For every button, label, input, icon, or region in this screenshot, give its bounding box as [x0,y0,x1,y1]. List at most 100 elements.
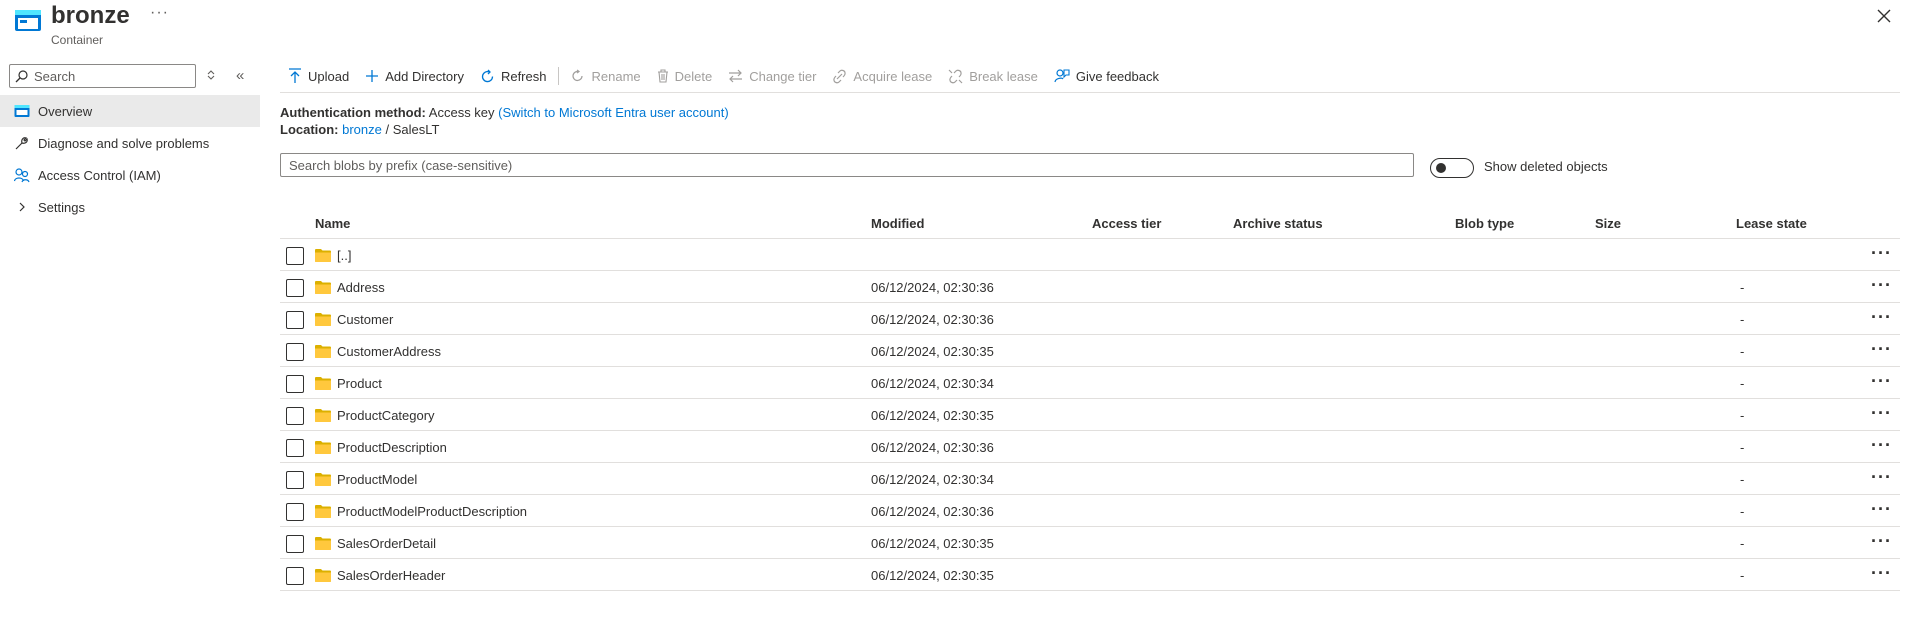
table-body: [..] ··· Address 06/12/2024, 02:30:36- ··· Cu… [280,239,1900,591]
show-deleted-toggle[interactable] [1430,158,1474,178]
row-checkbox[interactable] [286,311,304,329]
row-more-options-button[interactable]: ··· [1871,307,1892,328]
column-header-modified[interactable]: Modified [871,216,924,231]
column-header-name[interactable]: Name [315,216,350,231]
table-row[interactable]: CustomerAddress 06/12/2024, 02:30:35 - ··· [280,335,1900,367]
row-checkbox[interactable] [286,503,304,521]
change-tier-label: Change tier [749,68,817,84]
change-tier-button[interactable]: Change tier [720,62,824,90]
row-more-options-button[interactable]: ··· [1871,243,1892,264]
folder-icon [315,569,331,582]
blade-header: bronze Container ··· [0,0,1912,52]
delete-button[interactable]: Delete [649,62,721,90]
breadcrumb-container-link[interactable]: bronze [342,122,382,137]
blob-list-table: Name Modified Access tier Archive status… [280,207,1900,591]
row-checkbox[interactable] [286,343,304,361]
give-feedback-button[interactable]: Give feedback [1046,62,1167,90]
row-checkbox[interactable] [286,247,304,265]
rename-button[interactable]: Rename [563,62,648,90]
sidebar-item-overview[interactable]: Overview [0,95,260,127]
row-more-options-button[interactable]: ··· [1871,371,1892,392]
row-checkbox[interactable] [286,407,304,425]
table-row[interactable]: SalesOrderDetail 06/12/2024, 02:30:35 - ··· [280,527,1900,559]
row-name[interactable]: SalesOrderHeader [337,568,445,583]
row-checkbox[interactable] [286,567,304,585]
sidebar-search[interactable] [9,64,196,88]
table-row[interactable]: ProductCategory 06/12/2024, 02:30:35 - ··· [280,399,1900,431]
sidebar-item-iam[interactable]: Access Control (IAM) [0,159,260,191]
row-name[interactable]: SalesOrderDetail [337,536,436,551]
sidebar-item-label: Overview [38,103,93,119]
column-header-lease-state[interactable]: Lease state [1736,216,1807,231]
sidebar-item-label: Diagnose and solve problems [38,135,210,151]
row-more-options-button[interactable]: ··· [1871,563,1892,584]
acquire-lease-button[interactable]: Acquire lease [824,62,940,90]
table-row[interactable]: [..] ··· [280,239,1900,271]
plus-icon [366,70,379,82]
column-header-access-tier[interactable]: Access tier [1092,216,1161,231]
sidebar-search-input[interactable] [34,67,192,85]
row-more-options-button[interactable]: ··· [1871,403,1892,424]
row-name[interactable]: ProductModelProductDescription [337,504,527,519]
row-name[interactable]: ProductDescription [337,440,447,455]
row-lease-state: - [1740,312,1745,327]
collapse-sidebar-button[interactable]: « [236,67,244,84]
row-name[interactable]: [..] [337,248,351,263]
folder-icon [315,249,331,262]
trash-icon [657,69,668,83]
table-row[interactable]: ProductModelProductDescription 06/12/2024… [280,495,1900,527]
column-header-size[interactable]: Size [1595,216,1621,231]
row-more-options-button[interactable]: ··· [1871,435,1892,456]
upload-button[interactable]: Upload [280,62,357,90]
row-name[interactable]: Address [337,280,385,295]
row-name[interactable]: CustomerAddress [337,344,441,359]
row-more-options-button[interactable]: ··· [1871,531,1892,552]
row-more-options-button[interactable]: ··· [1871,499,1892,520]
row-more-options-button[interactable]: ··· [1871,339,1892,360]
row-checkbox[interactable] [286,375,304,393]
switch-auth-link[interactable]: (Switch to Microsoft Entra user account) [498,105,728,120]
row-lease-state: - [1740,376,1745,391]
row-modified: 06/12/2024, 02:30:35 [871,344,994,359]
refresh-button[interactable]: Refresh [472,62,555,90]
toolbar-divider [558,67,560,85]
column-header-archive-status[interactable]: Archive status [1233,216,1323,231]
table-row[interactable]: SalesOrderHeader 06/12/2024, 02:30:35 - ··· [280,559,1900,591]
search-icon [15,70,28,83]
table-row[interactable]: Product 06/12/2024, 02:30:34 - ··· [280,367,1900,399]
table-row[interactable]: ProductModel 06/12/2024, 02:30:34 - ··· [280,463,1900,495]
container-icon [15,10,41,31]
more-options-button[interactable]: ··· [150,4,169,22]
row-more-options-button[interactable]: ··· [1871,467,1892,488]
refresh-label: Refresh [500,68,547,84]
row-name[interactable]: Customer [337,312,393,327]
row-checkbox[interactable] [286,439,304,457]
close-icon[interactable] [1874,6,1894,26]
blob-prefix-search-input[interactable] [280,153,1414,177]
rename-icon [572,69,584,82]
sidebar-item-settings[interactable]: Settings [0,191,260,223]
row-checkbox[interactable] [286,279,304,297]
table-row[interactable]: ProductDescription 06/12/2024, 02:30:36 - ·… [280,431,1900,463]
break-lease-button[interactable]: Break lease [940,62,1046,90]
row-name[interactable]: Product [337,376,382,391]
row-name[interactable]: ProductCategory [337,408,435,423]
sidebar-item-diagnose[interactable]: Diagnose and solve problems [0,127,260,159]
row-name[interactable]: ProductModel [337,472,417,487]
expand-collapse-icon[interactable] [206,69,216,81]
table-row[interactable]: Customer 06/12/2024, 02:30:36 - ··· [280,303,1900,335]
column-header-blob-type[interactable]: Blob type [1455,216,1514,231]
row-checkbox[interactable] [286,535,304,553]
location-label: Location: [280,122,339,137]
row-more-options-button[interactable]: ··· [1871,275,1892,296]
auth-method-line: Authentication method: Access key (Switc… [280,105,729,120]
add-directory-button[interactable]: Add Directory [357,62,472,90]
sidebar-item-label: Access Control (IAM) [38,167,161,183]
row-modified: 06/12/2024, 02:30:36 [871,312,994,327]
feedback-icon [1054,69,1070,83]
row-checkbox[interactable] [286,471,304,489]
row-modified: 06/12/2024, 02:30:35 [871,408,994,423]
table-row[interactable]: Address 06/12/2024, 02:30:36 - ··· [280,271,1900,303]
row-lease-state: - [1740,536,1745,551]
row-modified: 06/12/2024, 02:30:36 [871,440,994,455]
